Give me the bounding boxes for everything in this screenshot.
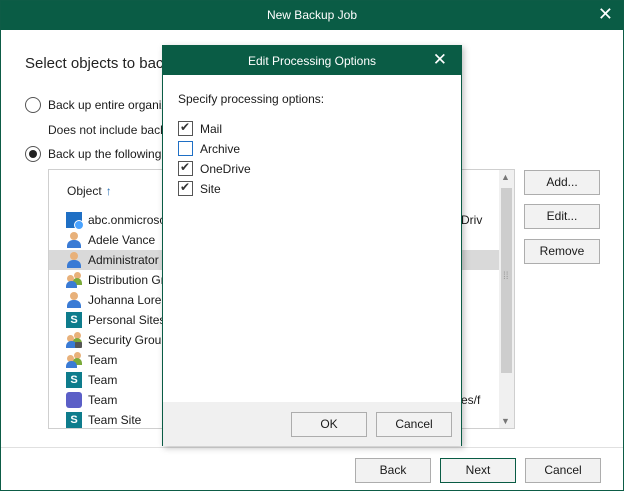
sharepoint-icon: S [66,372,82,388]
onedrive-checkbox[interactable] [178,160,193,176]
group-icon [66,352,82,368]
organization-icon [66,212,84,230]
onedrive-label: OneDrive [200,161,251,176]
object-name: Team Site [88,413,142,427]
object-name: abc.onmicrosc [88,213,166,227]
object-name: Team [88,353,118,367]
dialog-cancel-button[interactable]: Cancel [376,412,452,437]
option-mail[interactable]: Mail [178,120,223,136]
scroll-down-icon[interactable]: ▼ [501,416,510,426]
radio-following-objects[interactable]: Back up the following [25,146,161,162]
dialog-prompt: Specify processing options: [178,92,325,106]
archive-checkbox[interactable] [178,141,193,156]
object-name: Johanna Loren [88,293,169,307]
object-detail: Driv [461,213,483,227]
mail-label: Mail [200,121,223,136]
radio-button-selected[interactable] [25,146,41,162]
option-archive[interactable]: Archive [178,141,240,156]
sharepoint-icon: S [66,312,82,328]
next-button[interactable]: Next [440,458,516,483]
close-icon[interactable]: ✕ [598,4,613,25]
archive-label: Archive [200,141,241,156]
cancel-button[interactable]: Cancel [525,458,601,483]
mail-checkbox[interactable] [178,120,193,136]
ok-button[interactable]: OK [291,412,367,437]
user-icon [66,252,82,268]
security-group-icon [66,332,82,348]
object-name: Administrator [88,253,159,267]
radio-button[interactable] [25,97,41,113]
radio-label: Back up the following [48,147,162,161]
dialog-title: Edit Processing Options [247,54,377,68]
object-name: Security Group [88,333,169,347]
group-icon [66,272,82,288]
dialog-title-bar: Edit Processing Options ✕ [163,46,461,75]
radio-entire-organization[interactable]: Back up entire organiz [25,97,167,113]
resize-grip-icon[interactable]: ⁞⁞ [503,272,509,282]
page-heading: Select objects to bac [25,55,164,72]
object-name: Team [88,373,118,387]
sharepoint-icon: S [66,412,82,428]
user-icon [66,232,82,248]
object-name: Adele Vance [88,233,156,247]
radio-label: Back up entire organiz [48,98,168,112]
column-label: Object [67,184,102,198]
option-note: Does not include back [48,123,167,137]
option-onedrive[interactable]: OneDrive [178,160,251,176]
edit-processing-options-dialog: Edit Processing Options ✕ Specify proces… [162,45,462,446]
object-name: Team [88,393,118,407]
scroll-up-icon[interactable]: ▲ [501,172,510,182]
object-name: Personal Sites [88,313,166,327]
sort-ascending-icon: ↑ [105,184,112,198]
title-bar: New Backup Job ✕ [1,1,623,30]
back-button[interactable]: Back [355,458,431,483]
vertical-scrollbar[interactable]: ▲ ▼ [499,170,514,428]
window-title: New Backup Job [266,8,358,22]
dialog-footer: OK Cancel [163,402,461,446]
user-icon [66,292,82,308]
site-label: Site [200,181,221,196]
teams-icon [66,392,82,408]
add-button[interactable]: Add... [524,170,600,195]
edit-button[interactable]: Edit... [524,204,600,229]
site-checkbox[interactable] [178,180,193,196]
footer-divider [1,447,623,448]
column-header-object[interactable]: Object ↑ [67,184,112,198]
object-detail: es/f [461,393,481,407]
option-site[interactable]: Site [178,180,221,196]
remove-button[interactable]: Remove [524,239,600,264]
dialog-close-icon[interactable]: ✕ [433,50,447,70]
object-name: Distribution Gr [88,273,165,287]
